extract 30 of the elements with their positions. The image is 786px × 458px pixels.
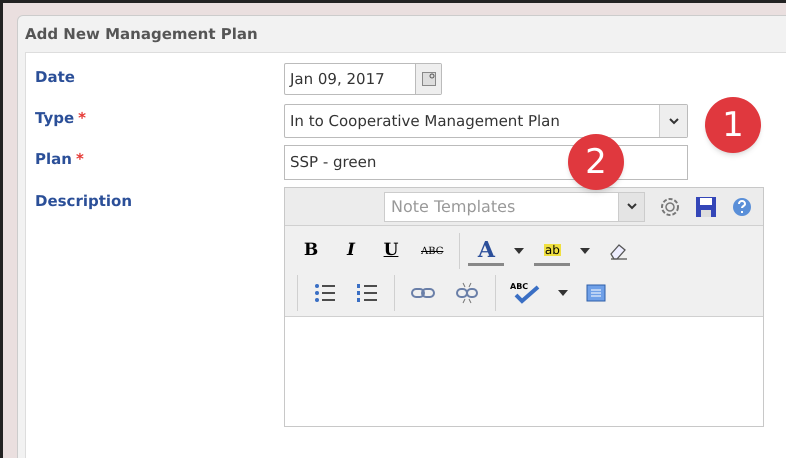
settings-icon[interactable] [659,196,681,218]
broken-link-icon [455,282,479,304]
caret-icon [558,290,568,296]
caret-icon [580,248,590,254]
bold-button[interactable]: B [293,236,329,266]
type-select[interactable]: In to Cooperative Management Plan [284,104,688,138]
required-mark: * [76,149,84,170]
calendar-icon [422,72,436,86]
numbered-list-icon [356,283,378,303]
document-icon [586,284,606,302]
caret-icon [514,248,524,254]
highlight-button[interactable]: ab [534,236,570,266]
font-color-button[interactable]: A [468,236,504,266]
underline-button[interactable]: U [373,236,409,266]
strikethrough-button[interactable]: ABC [413,236,452,266]
date-field[interactable]: Jan 09, 2017 [284,63,442,95]
chevron-down-icon [626,203,636,210]
chevron-down-icon [668,118,678,124]
save-icon[interactable] [695,196,717,218]
field-label: Type [35,108,74,129]
dialog-title: Add New Management Plan [24,24,259,45]
help-icon[interactable] [731,196,753,218]
chain-link-icon [411,287,435,299]
italic-button[interactable]: I [333,236,369,266]
field-label: Date [35,67,75,88]
field-label: Plan [35,149,72,170]
bulleted-list-icon [314,283,336,303]
spellcheck-button[interactable]: ABC [504,278,548,308]
required-mark: * [78,108,86,129]
field-label: Description [35,191,132,212]
